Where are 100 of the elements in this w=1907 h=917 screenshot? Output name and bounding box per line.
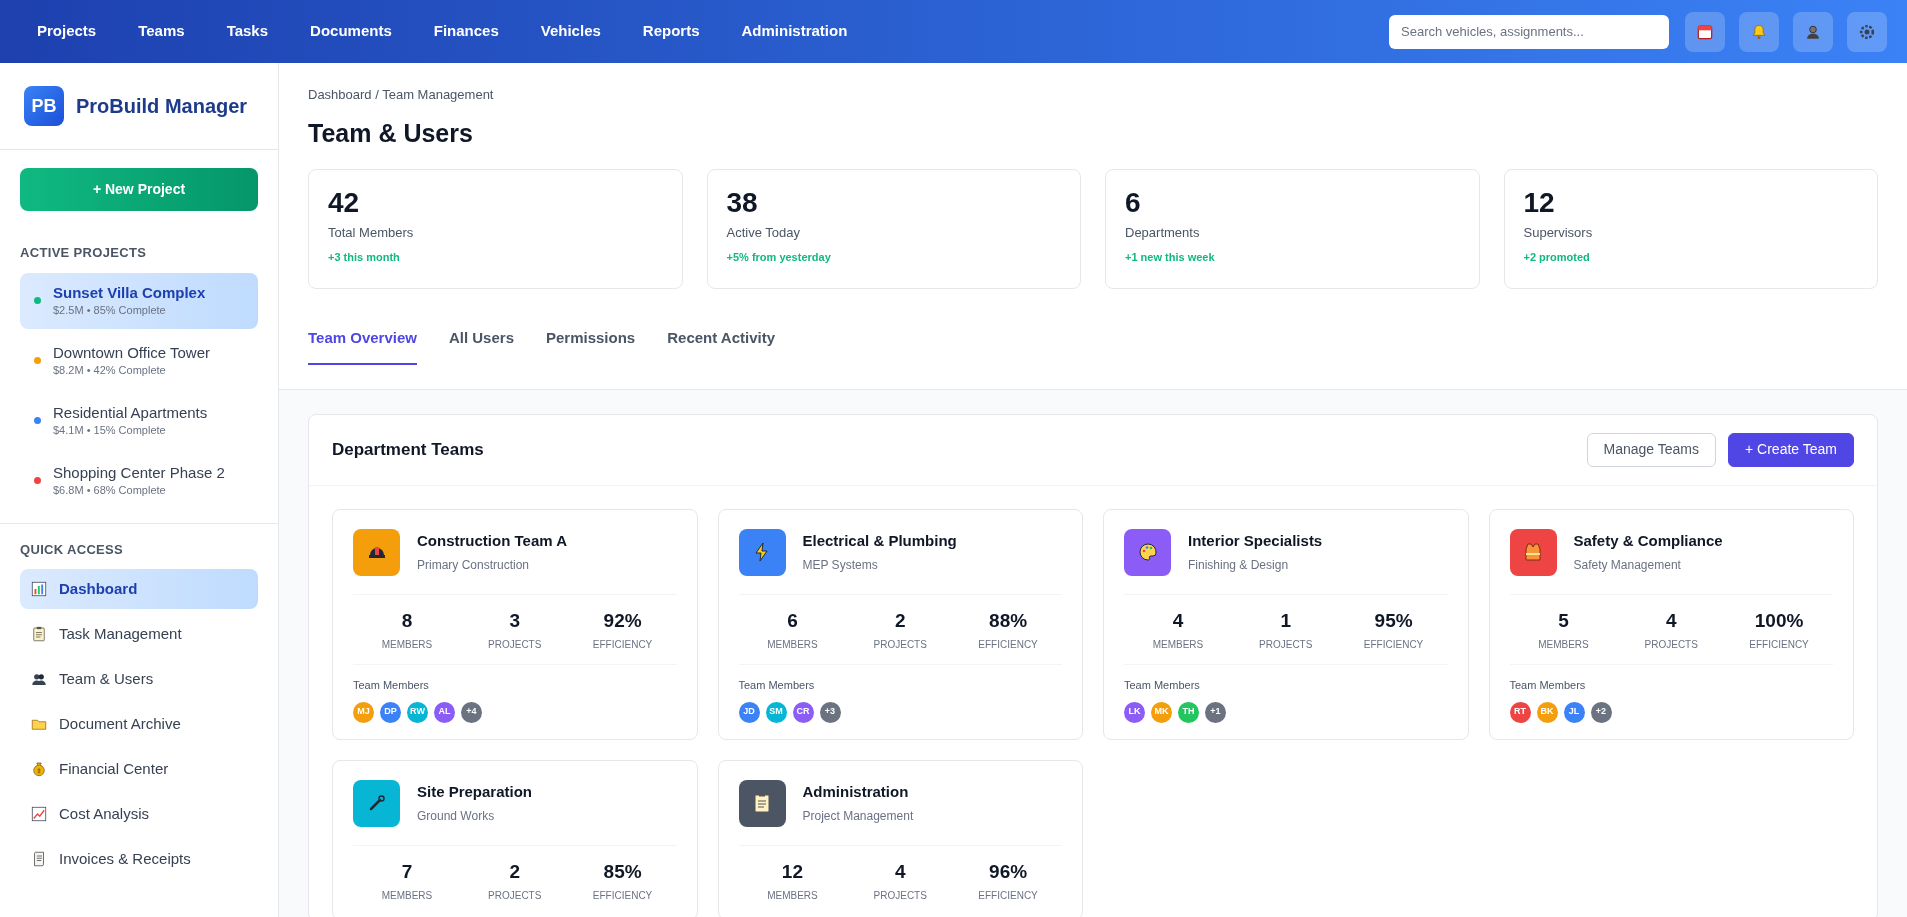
team-stat-label: PROJECTS [1644, 638, 1698, 652]
team-stat-label: EFFICIENCY [592, 889, 653, 903]
team-stat-value: 6 [787, 608, 798, 633]
nav-item[interactable]: Cost Analysis [20, 794, 258, 834]
team-subtitle: MEP Systems [802, 556, 879, 574]
search-field[interactable]: Search vehicles, assignments... [1389, 14, 1669, 49]
team-stat-value: 4 [894, 859, 906, 884]
team-stat-label: EFFICIENCY [1363, 638, 1424, 652]
tab[interactable]: Permissions [546, 327, 636, 365]
avatar: CR [792, 701, 814, 723]
clipboard-icon [30, 625, 48, 643]
team-stat-value: 100% [1754, 608, 1804, 633]
team-stat-value: 1 [1280, 608, 1292, 633]
notification-bell-button[interactable] [1739, 11, 1779, 52]
avatar: RT [1509, 701, 1531, 723]
project-name: Residential Apartments [53, 402, 208, 422]
tab[interactable]: All Users [448, 327, 514, 365]
breadcrumb: Dashboard / Team Management [308, 86, 495, 104]
stat-value: 42 [328, 186, 361, 220]
nav-item[interactable]: Invoices & Receipts [20, 839, 258, 879]
section-heading: ACTIVE PROJECTS [20, 244, 148, 262]
nav-link[interactable]: Teams [121, 12, 202, 51]
nav-item-label: Cost Analysis [59, 803, 150, 824]
avatar: BK [1536, 701, 1558, 723]
team-name: Construction Team A [417, 531, 567, 552]
stat-label: Departments [1125, 224, 1201, 242]
create-team-button[interactable]: + Create Team [1728, 432, 1854, 467]
avatar: RW [407, 701, 428, 723]
avatar: TH [1178, 701, 1199, 723]
team-subtitle: Project Management [802, 807, 914, 825]
members-label: Team Members [1509, 678, 1587, 693]
team-subtitle: Primary Construction [417, 556, 531, 574]
tab[interactable]: Recent Activity [667, 327, 776, 365]
stat-value: 6 [1125, 186, 1142, 220]
team-name: Safety & Compliance [1573, 531, 1723, 552]
nav-link[interactable]: Finances [416, 12, 516, 51]
team-stat-value: 3 [509, 608, 521, 633]
team-stat-value: 4 [1172, 608, 1184, 633]
project-item[interactable]: Sunset Villa Complex $2.5M • 85% Complete [20, 272, 258, 329]
stat-change: +3 this month [328, 249, 401, 265]
stat-change: +1 new this week [1125, 249, 1216, 265]
nav-link[interactable]: Reports [625, 12, 717, 51]
team-stat-value: 95% [1374, 608, 1413, 633]
members-label: Team Members [1124, 678, 1201, 693]
project-item[interactable]: Residential Apartments $4.1M • 15% Complete [20, 392, 258, 449]
calendar-button[interactable] [1685, 11, 1725, 52]
avatar: MJ [353, 701, 374, 723]
avatar: +3 [819, 701, 841, 723]
team-stat-label: PROJECTS [1259, 638, 1313, 652]
nav-item-label: Financial Center [59, 758, 169, 779]
team-stat-label: EFFICIENCY [1749, 638, 1809, 652]
nav-link[interactable]: Vehicles [523, 12, 618, 51]
project-item[interactable]: Downtown Office Tower $8.2M • 42% Complete [20, 332, 258, 389]
avatar: +4 [461, 701, 482, 723]
project-meta: $8.2M • 42% Complete [53, 362, 167, 378]
project-name: Sunset Villa Complex [53, 282, 206, 302]
team-stat-label: MEMBERS [1538, 638, 1589, 652]
nav-item[interactable]: Team & Users [20, 659, 258, 699]
team-stat-label: PROJECTS [488, 638, 542, 652]
stat-change: +2 promoted [1523, 249, 1591, 265]
nav-item-label: Invoices & Receipts [59, 848, 191, 869]
team-stat-label: EFFICIENCY [978, 638, 1038, 652]
avatar: +2 [1590, 701, 1612, 723]
tab[interactable]: Team Overview [308, 327, 417, 365]
nav-item-label: Document Archive [59, 713, 181, 734]
nav-link[interactable]: Documents [293, 12, 409, 51]
team-stat-value: 4 [1665, 608, 1677, 633]
bar-chart-icon [30, 580, 48, 598]
nav-item-label: Dashboard [59, 578, 138, 599]
line-chart-icon [30, 805, 48, 823]
avatar: MK [1151, 701, 1172, 723]
nav-item[interactable]: Dashboard [20, 569, 258, 609]
members-label: Team Members [353, 678, 430, 693]
user-button[interactable] [1793, 11, 1833, 52]
stat-label: Supervisors [1523, 224, 1594, 242]
avatar: DP [380, 701, 401, 723]
team-name: Interior Specialists [1188, 531, 1323, 552]
manage-teams-button[interactable]: Manage Teams [1586, 432, 1717, 467]
settings-button[interactable] [1847, 11, 1887, 52]
nav-link[interactable]: Projects [20, 12, 114, 51]
app-name: ProBuild Manager [76, 94, 248, 119]
avatar: LK [1124, 701, 1145, 723]
team-name: Electrical & Plumbing [802, 531, 957, 552]
nav-item[interactable]: Document Archive [20, 704, 258, 744]
project-item[interactable]: Shopping Center Phase 2 $6.8M • 68% Complete [20, 452, 258, 509]
nav-link[interactable]: Administration [724, 12, 865, 51]
money-bag-icon [30, 760, 48, 778]
team-stat-value: 92% [603, 608, 642, 633]
nav-item-label: Team & Users [59, 668, 154, 689]
nav-item[interactable]: Financial Center [20, 749, 258, 789]
panel-title: Department Teams [332, 438, 484, 461]
page-title: Team & Users [308, 117, 474, 149]
nav-item[interactable]: Task Management [20, 614, 258, 654]
stat-label: Active Today [726, 224, 801, 242]
team-stat-label: MEMBERS [767, 638, 818, 652]
nav-link[interactable]: Tasks [209, 12, 286, 51]
team-subtitle: Safety Management [1573, 556, 1682, 574]
team-subtitle: Ground Works [417, 807, 496, 825]
team-stat-value: 5 [1558, 608, 1569, 633]
logo-mark: PB [24, 86, 64, 126]
